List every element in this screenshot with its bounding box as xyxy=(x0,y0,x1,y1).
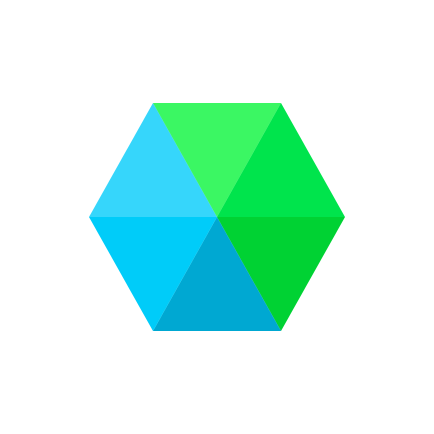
hexagon-logo-icon xyxy=(89,103,345,331)
canvas xyxy=(0,0,434,434)
